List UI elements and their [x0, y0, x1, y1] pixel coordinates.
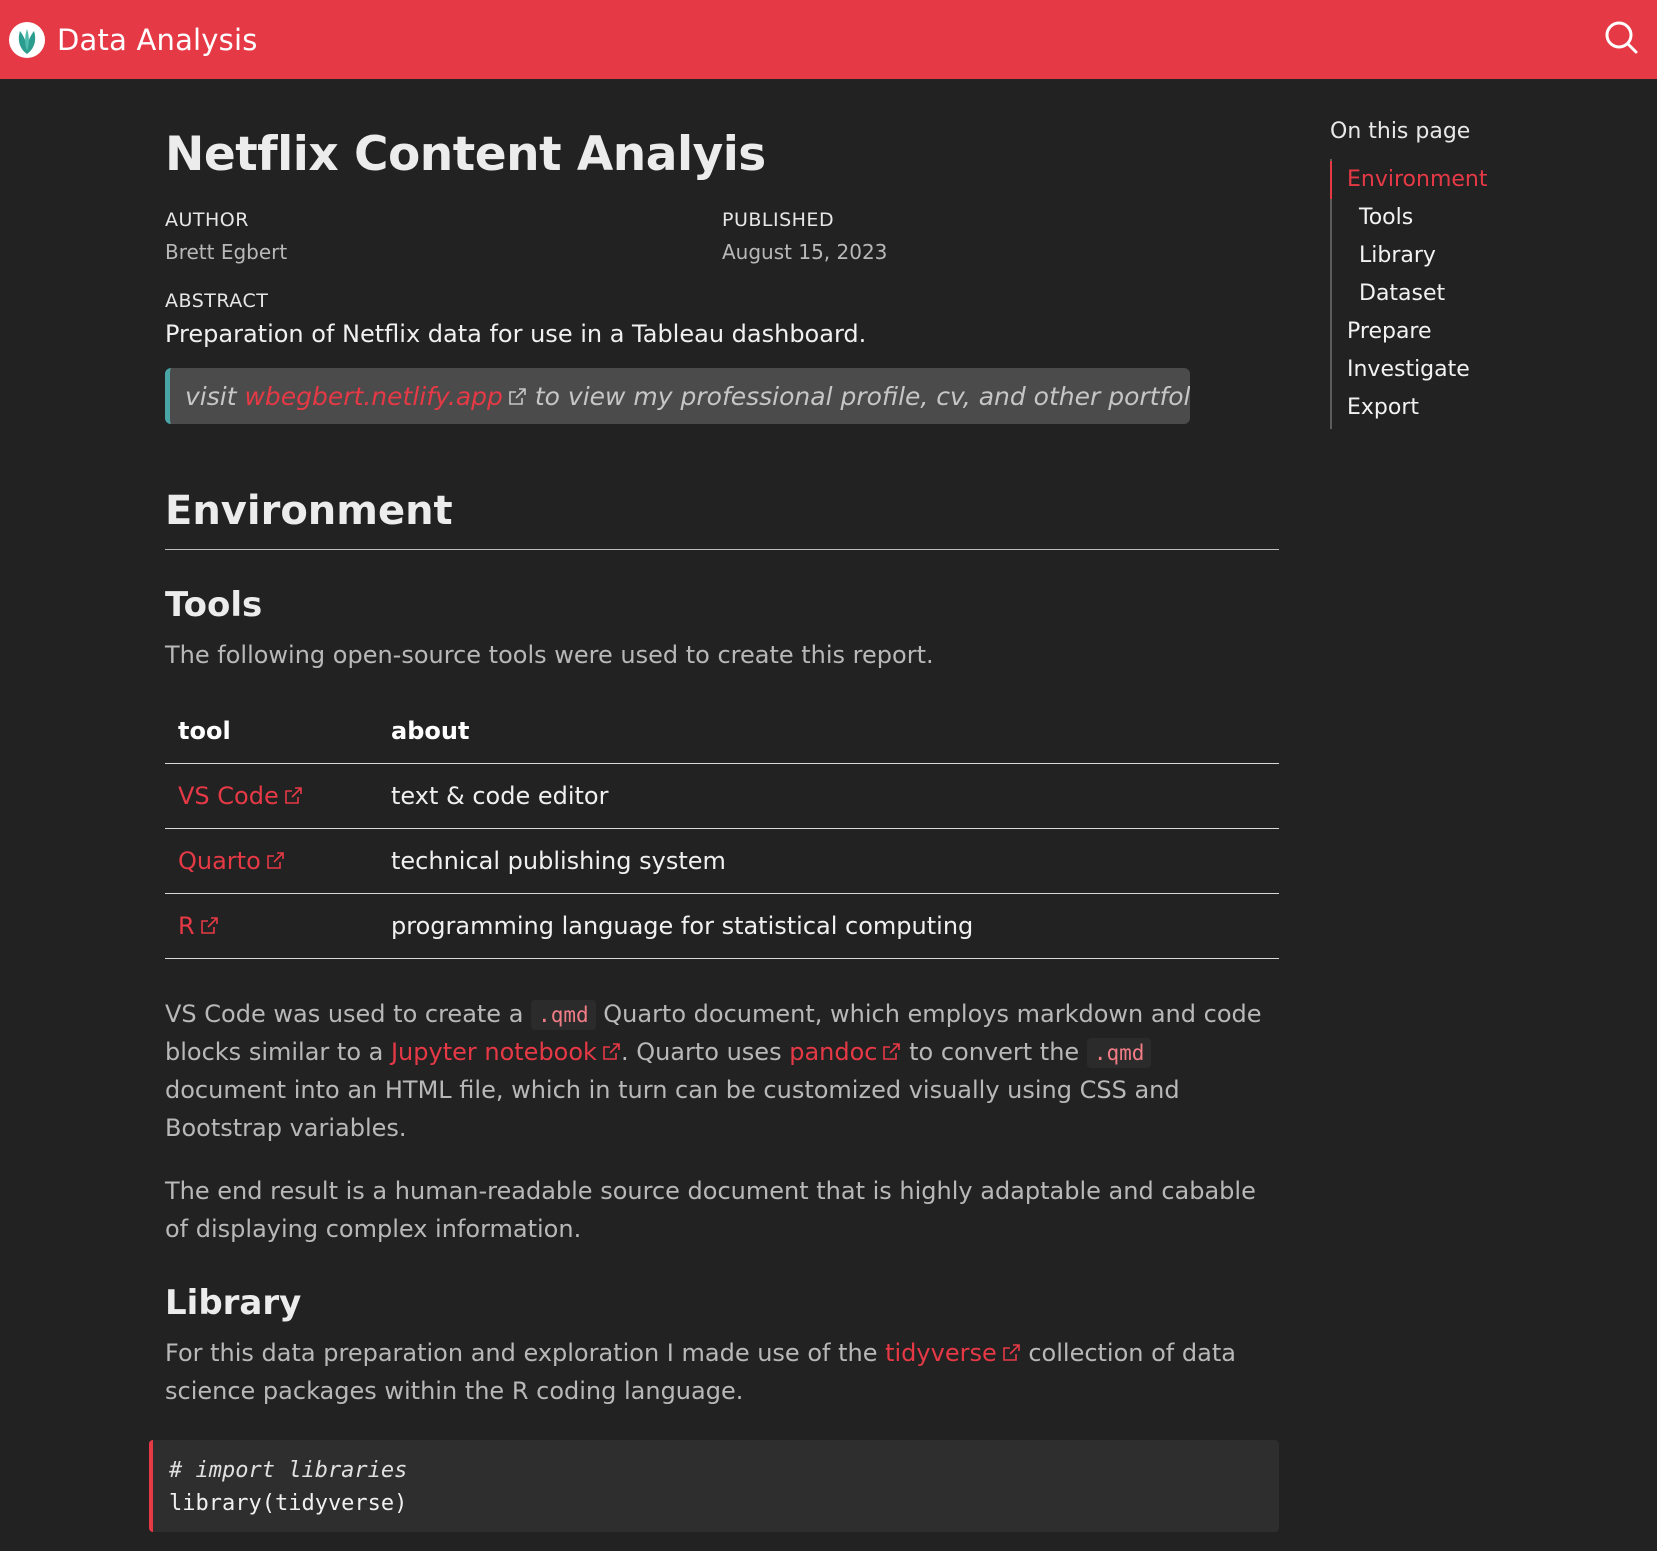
library-paragraph: For this data preparation and exploratio… — [165, 1334, 1279, 1410]
table-cell-about: programming language for statistical com… — [378, 893, 1279, 959]
external-link-icon — [603, 1042, 620, 1060]
quarto-link-label: Quarto — [178, 846, 261, 875]
external-link-icon — [1002, 1343, 1020, 1361]
vscode-link-label: VS Code — [178, 781, 279, 810]
end-result-paragraph: The end result is a human-readable sourc… — [165, 1176, 1256, 1243]
abstract-text: Preparation of Netflix data for use in a… — [165, 320, 867, 348]
site-title: Data Analysis — [57, 22, 258, 57]
external-link-icon — [284, 786, 302, 804]
section-heading-tools: Tools — [165, 585, 263, 625]
abstract-label: ABSTRACT — [165, 290, 269, 312]
main-content: Netflix Content Analyis AUTHOR Brett Egb… — [149, 79, 1279, 1532]
jupyter-link-label: Jupyter notebook — [390, 1037, 597, 1066]
vscode-link[interactable]: VS Code — [178, 782, 303, 810]
r-link[interactable]: R — [178, 912, 219, 940]
text-span: to convert the — [901, 1037, 1087, 1066]
toc-list: Environment Tools Library Dataset Prepar… — [1330, 159, 1610, 429]
metadata: AUTHOR Brett Egbert PUBLISHED August 15,… — [165, 208, 1279, 266]
table-cell-tool: R — [165, 893, 378, 959]
table-header-tool: tool — [165, 699, 378, 764]
code-block[interactable]: # import libraries library(tidyverse) — [149, 1439, 1279, 1532]
external-link-icon — [509, 387, 526, 405]
toc-title: On this page — [1330, 119, 1471, 144]
section-heading-library: Library — [165, 1282, 302, 1323]
tools-intro: The following open-source tools were use… — [165, 641, 934, 669]
section-heading-environment: Environment — [165, 486, 1279, 550]
table-header-about: about — [378, 699, 1279, 764]
text-span: document into an HTML file, which in tur… — [165, 1075, 1180, 1142]
quarto-link[interactable]: Quarto — [178, 847, 285, 875]
callout-prefix: visit — [185, 381, 245, 411]
external-link-icon — [883, 1042, 901, 1060]
external-link-icon — [200, 916, 218, 934]
table-cell-about: technical publishing system — [378, 828, 1279, 894]
vscode-paragraph: VS Code was used to create a .qmd Quarto… — [165, 995, 1279, 1147]
table-row: R programming language for statistical c… — [165, 893, 1279, 959]
page-title: Netflix Content Analyis — [165, 127, 766, 182]
toc-item-library[interactable]: Library — [1332, 237, 1610, 275]
inline-code-qmd: .qmd — [1086, 1037, 1152, 1068]
author-name: Brett Egbert — [165, 240, 288, 264]
published-date: August 15, 2023 — [722, 240, 888, 264]
published-block: PUBLISHED August 15, 2023 — [722, 208, 1279, 266]
table-header-row: tool about — [165, 699, 1279, 764]
toc-item-prepare[interactable]: Prepare — [1332, 313, 1610, 351]
toc-item-environment[interactable]: Environment — [1330, 161, 1610, 199]
code-comment: # import libraries — [169, 1457, 408, 1483]
code-line: library(tidyverse) — [169, 1490, 408, 1516]
jupyter-link[interactable]: Jupyter notebook — [391, 1038, 621, 1066]
external-link-icon — [266, 851, 284, 869]
leaf-logo-icon — [9, 21, 45, 58]
table-row: Quarto technical publishing system — [165, 828, 1279, 894]
pandoc-link[interactable]: pandoc — [789, 1038, 901, 1066]
portfolio-callout: visit wbegbert.netlify.app to view my pr… — [165, 368, 1190, 424]
text-span: . Quarto uses — [620, 1037, 790, 1066]
toc-item-export[interactable]: Export — [1332, 389, 1610, 427]
table-cell-tool: VS Code — [165, 763, 378, 829]
table-row: VS Code text & code editor — [165, 763, 1279, 829]
text-span: VS Code was used to create a — [165, 999, 532, 1028]
brand[interactable]: Data Analysis — [8, 21, 258, 59]
portfolio-link[interactable]: wbegbert.netlify.app — [244, 382, 526, 411]
inline-code-qmd: .qmd — [531, 999, 596, 1030]
tidyverse-link[interactable]: tidyverse — [885, 1339, 1021, 1367]
tools-table: tool about VS Code text & code editor Qu… — [165, 699, 1279, 959]
author-label: AUTHOR — [165, 209, 249, 231]
navbar: Data Analysis — [0, 0, 1657, 79]
toc-item-tools[interactable]: Tools — [1332, 199, 1610, 237]
callout-suffix: to view my professional profile, cv, and… — [534, 381, 1190, 411]
table-cell-tool: Quarto — [165, 828, 378, 894]
tidyverse-link-label: tidyverse — [885, 1338, 997, 1367]
portfolio-link-label: wbegbert.netlify.app — [244, 381, 503, 411]
toc-item-dataset[interactable]: Dataset — [1332, 275, 1610, 313]
r-link-label: R — [178, 911, 195, 940]
pandoc-link-label: pandoc — [789, 1037, 878, 1066]
text-span: For this data preparation and exploratio… — [165, 1338, 886, 1367]
toc-item-investigate[interactable]: Investigate — [1332, 351, 1610, 389]
table-cell-about: text & code editor — [378, 763, 1279, 829]
search-icon[interactable] — [1603, 19, 1639, 55]
author-block: AUTHOR Brett Egbert — [165, 208, 722, 266]
published-label: PUBLISHED — [722, 209, 835, 231]
table-of-contents: On this page Environment Tools Library D… — [1330, 117, 1610, 429]
